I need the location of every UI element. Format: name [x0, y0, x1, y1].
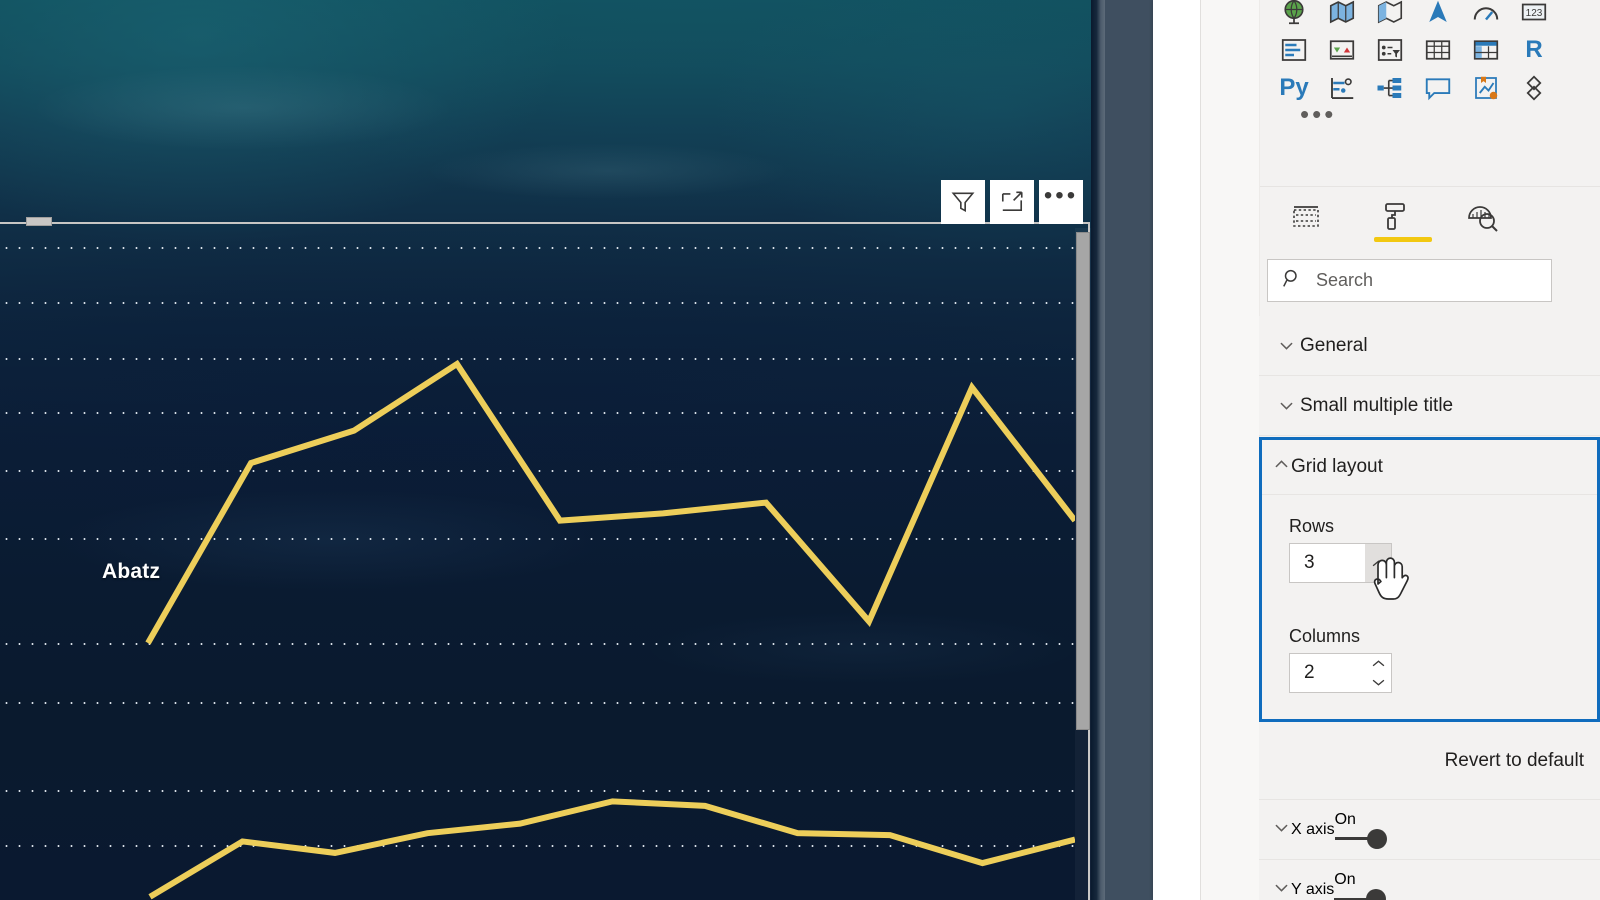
format-tab[interactable]: [1370, 194, 1432, 242]
r-script-visual-icon[interactable]: R: [1518, 34, 1550, 66]
columns-increment-button[interactable]: [1366, 658, 1390, 670]
card-icon[interactable]: 123: [1518, 0, 1550, 28]
report-canvas[interactable]: Abatz •••: [0, 0, 1105, 900]
multi-row-card-icon[interactable]: [1278, 34, 1310, 66]
chevron-down-icon: [1272, 396, 1300, 415]
rows-value: 3: [1304, 552, 1315, 573]
grid-layout-label: Grid layout: [1291, 456, 1383, 477]
format-section-y-axis[interactable]: Y axis On: [1259, 860, 1600, 900]
viz-pane-tabs[interactable]: [1260, 186, 1600, 246]
r-glyph: R: [1525, 36, 1543, 63]
format-section-general[interactable]: General: [1259, 316, 1600, 376]
chart-scrollbar-thumb[interactable]: [1076, 232, 1090, 730]
toggle-track: [1334, 837, 1369, 840]
chart-lines: [145, 359, 1075, 900]
columns-decrement-button[interactable]: [1366, 677, 1390, 689]
table-icon[interactable]: [1422, 34, 1454, 66]
x-axis-toggle-group[interactable]: On: [1334, 810, 1389, 849]
x-axis-toggle-state: On: [1334, 810, 1356, 828]
chevron-down-icon: [1272, 336, 1300, 355]
globe-map-icon[interactable]: [1278, 0, 1310, 28]
slicer-icon[interactable]: [1374, 34, 1406, 66]
columns-value: 2: [1304, 662, 1315, 683]
small-multiple-label: Abatz: [102, 560, 161, 583]
grid-layout-header[interactable]: Grid layout: [1262, 440, 1597, 495]
focus-mode-icon[interactable]: [990, 180, 1034, 224]
paginated-report-icon[interactable]: [1518, 72, 1550, 104]
pane-gap: [1201, 0, 1259, 900]
arcgis-map-icon[interactable]: [1422, 0, 1454, 28]
gauge-icon[interactable]: [1470, 0, 1502, 28]
viz-gallery-row: 123: [1278, 0, 1583, 28]
columns-label: Columns: [1289, 626, 1361, 646]
smart-narrative-icon[interactable]: [1470, 72, 1502, 104]
columns-input[interactable]: 2: [1289, 653, 1392, 693]
format-section-small-multiple-title[interactable]: Small multiple title: [1259, 376, 1600, 436]
x-axis-toggle[interactable]: [1334, 828, 1389, 849]
search-input[interactable]: Search: [1267, 259, 1552, 302]
more-options-icon[interactable]: •••: [1039, 180, 1083, 224]
y-axis-toggle-group[interactable]: On: [1334, 871, 1388, 900]
format-section-label: General: [1300, 334, 1368, 356]
rows-increment-button[interactable]: [1366, 557, 1390, 569]
format-section-x-axis[interactable]: X axis On: [1259, 800, 1600, 860]
format-tab-active-indicator: [1374, 236, 1432, 242]
x-axis-label: X axis: [1291, 820, 1335, 838]
rows-input[interactable]: 3: [1289, 543, 1392, 583]
filters-pane-collapsed[interactable]: [1153, 0, 1201, 900]
shape-map-icon[interactable]: [1374, 0, 1406, 28]
more-visuals-icon[interactable]: •••: [1278, 101, 1583, 128]
rows-label: Rows: [1289, 516, 1335, 536]
chart-line-series[interactable]: [145, 359, 1075, 645]
format-section-label: Small multiple title: [1300, 394, 1454, 416]
grid-layout-section[interactable]: Grid layout Rows 3 Columns 2: [1259, 437, 1600, 722]
filled-map-icon[interactable]: [1326, 0, 1358, 28]
chevron-up-icon: [1272, 455, 1291, 479]
more-options-glyph: •••: [1043, 182, 1079, 209]
matrix-icon[interactable]: [1470, 34, 1502, 66]
svg-text:123: 123: [1526, 8, 1543, 19]
py-glyph: Py: [1279, 74, 1309, 101]
y-axis-label: Y axis: [1291, 881, 1335, 898]
y-axis-toggle[interactable]: [1334, 889, 1388, 900]
filters-pane-strip: [1105, 0, 1153, 900]
chart-line-series[interactable]: [148, 798, 1075, 900]
chevron-down-icon: [1272, 878, 1291, 900]
analytics-tab[interactable]: [1458, 194, 1506, 240]
rows-spinner[interactable]: [1365, 544, 1391, 582]
canvas-edge-shadow: [1091, 0, 1105, 900]
visual-header-toolbar[interactable]: •••: [941, 180, 1083, 224]
columns-spinner[interactable]: [1365, 654, 1391, 692]
visualizations-gallery[interactable]: 123 R Py •••: [1260, 0, 1600, 132]
chevron-down-icon: [1272, 818, 1291, 842]
qna-icon[interactable]: [1422, 72, 1454, 104]
search-placeholder: Search: [1316, 270, 1374, 290]
small-multiples-chart[interactable]: Abatz: [0, 228, 1075, 900]
filter-icon[interactable]: [941, 180, 985, 224]
decomposition-tree-icon[interactable]: [1374, 72, 1406, 104]
revert-to-default-button[interactable]: Revert to default: [1445, 750, 1584, 772]
search-icon: [1282, 268, 1303, 294]
y-axis-toggle-state: On: [1334, 871, 1356, 888]
revert-to-default-row[interactable]: Revert to default: [1259, 722, 1600, 800]
toggle-knob: [1366, 828, 1387, 849]
kpi-icon[interactable]: [1326, 34, 1358, 66]
toggle-knob: [1366, 889, 1387, 900]
visual-resize-handle-top[interactable]: [26, 217, 52, 226]
fields-tab[interactable]: [1282, 194, 1330, 240]
viz-gallery-row: R: [1278, 34, 1583, 66]
